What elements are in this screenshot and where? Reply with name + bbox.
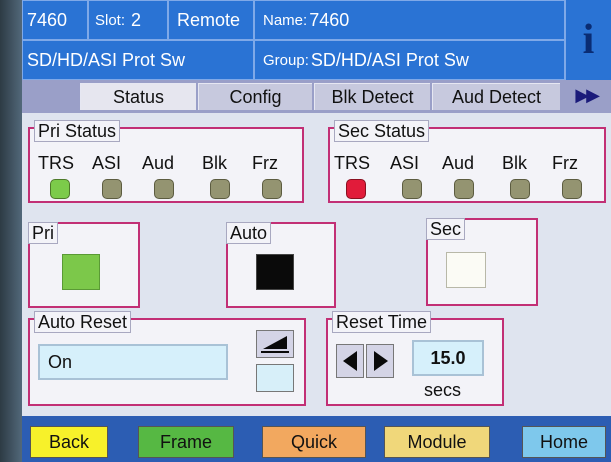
- auto-reset-field[interactable]: On: [38, 344, 228, 380]
- sec-blk-label: Blk: [502, 153, 528, 173]
- sec-select-swatch: [446, 252, 486, 288]
- tab-bar: Status Config Blk Detect Aud Detect ▶▶: [22, 80, 611, 113]
- group-cell: Group: SD/HD/ASI Prot Sw: [254, 40, 565, 80]
- sec-select-button[interactable]: Sec: [426, 218, 538, 306]
- pri-aud-label: Aud: [142, 153, 175, 173]
- auto-select-button[interactable]: Auto: [226, 222, 336, 308]
- screen-bezel: [0, 0, 22, 462]
- status-panel: Pri Status TRS ASI Aud Blk Frz Sec Statu…: [22, 113, 611, 416]
- name-cell: Name: 7460: [254, 0, 565, 40]
- tab-blk-detect-label: Blk Detect: [331, 86, 414, 107]
- sec-select-label: Sec: [426, 218, 466, 240]
- mode-indicator: Remote: [168, 0, 254, 40]
- auto-select-label: Auto: [226, 222, 272, 244]
- info-icon[interactable]: i: [565, 0, 611, 80]
- pri-frz-led: [262, 179, 282, 199]
- tab-status-label: Status: [112, 86, 165, 107]
- info-glyph: i: [582, 17, 595, 63]
- quick-button[interactable]: Quick: [262, 426, 366, 458]
- home-label: Home: [539, 431, 588, 452]
- pri-frz-label: Frz: [252, 153, 278, 173]
- name-value: 7460: [309, 9, 350, 30]
- slot-label: Slot:: [95, 11, 126, 29]
- auto-reset-value: On: [48, 351, 73, 372]
- triangle-right-icon: [374, 351, 388, 371]
- sec-status-group: Sec Status TRS ASI Aud Blk Frz: [328, 120, 606, 203]
- auto-reset-title: Auto Reset: [34, 311, 132, 333]
- reset-time-group: Reset Time 15.0 secs: [326, 311, 504, 406]
- quick-label: Quick: [290, 431, 337, 452]
- mode-label: Remote: [177, 9, 241, 30]
- sec-asi-led: [402, 179, 422, 199]
- module-label: Module: [407, 431, 467, 452]
- frame-button[interactable]: Frame: [138, 426, 234, 458]
- pri-status-title: Pri Status: [34, 120, 121, 142]
- reset-time-field[interactable]: 15.0: [412, 340, 484, 376]
- tab-blk-detect[interactable]: Blk Detect: [314, 83, 430, 110]
- sec-aud-led: [454, 179, 474, 199]
- header-bar: 7460 Slot: 2 Remote Name: 7460 SD/HD/ASI…: [22, 0, 611, 80]
- product-label: SD/HD/ASI Prot Sw: [27, 49, 186, 70]
- tab-config[interactable]: Config: [198, 83, 312, 110]
- reset-time-title: Reset Time: [332, 311, 432, 333]
- tabs-more-icon[interactable]: ▶▶: [575, 85, 600, 106]
- slot-cell: Slot: 2: [88, 0, 168, 40]
- auto-reset-group: Auto Reset On: [28, 311, 306, 406]
- back-label: Back: [48, 431, 90, 452]
- auto-reset-up-button[interactable]: [256, 330, 294, 358]
- home-button[interactable]: Home: [522, 426, 606, 458]
- tabs-more-glyph: ▶▶: [575, 85, 600, 105]
- tab-status[interactable]: Status: [80, 83, 196, 110]
- pri-status-group: Pri Status TRS ASI Aud Blk Frz: [28, 120, 304, 203]
- sec-status-title: Sec Status: [334, 120, 430, 142]
- sec-aud-label: Aud: [442, 153, 475, 173]
- group-label: Group:: [263, 51, 309, 69]
- pri-blk-led: [210, 179, 230, 199]
- sec-asi-label: ASI: [390, 153, 420, 173]
- device-id-value: 7460: [27, 9, 68, 30]
- reset-time-unit: secs: [424, 380, 462, 400]
- tab-aud-detect[interactable]: Aud Detect: [432, 83, 560, 110]
- triangle-up-icon: [261, 336, 289, 353]
- auto-reset-down-button[interactable]: [256, 364, 294, 392]
- pri-aud-led: [154, 179, 174, 199]
- triangle-left-icon: [343, 351, 357, 371]
- pri-blk-label: Blk: [202, 153, 228, 173]
- tab-config-label: Config: [229, 86, 282, 107]
- device-id: 7460: [22, 0, 88, 40]
- product-name: SD/HD/ASI Prot Sw: [22, 40, 254, 80]
- bottom-nav: Back Frame Quick Module Home: [22, 416, 611, 462]
- sec-frz-led: [562, 179, 582, 199]
- sec-trs-led: [346, 179, 366, 199]
- pri-asi-label: ASI: [92, 153, 122, 173]
- pri-trs-label: TRS: [38, 153, 74, 173]
- sec-trs-label: TRS: [334, 153, 370, 173]
- module-button[interactable]: Module: [384, 426, 490, 458]
- reset-time-increase-button[interactable]: [366, 344, 394, 378]
- pri-trs-led: [50, 179, 70, 199]
- group-value: SD/HD/ASI Prot Sw: [310, 49, 469, 70]
- sec-blk-led: [510, 179, 530, 199]
- pri-select-button[interactable]: Pri: [28, 222, 140, 308]
- slot-value: 2: [131, 9, 142, 30]
- auto-select-swatch: [256, 254, 294, 290]
- sec-frz-label: Frz: [552, 153, 578, 173]
- pri-select-label: Pri: [28, 222, 58, 244]
- pri-asi-led: [102, 179, 122, 199]
- back-button[interactable]: Back: [30, 426, 108, 458]
- pri-select-swatch: [62, 254, 100, 290]
- reset-time-decrease-button[interactable]: [336, 344, 364, 378]
- tab-aud-detect-label: Aud Detect: [451, 86, 542, 107]
- name-label: Name:: [263, 11, 308, 29]
- reset-time-value: 15.0: [430, 347, 466, 368]
- frame-label: Frame: [159, 431, 212, 452]
